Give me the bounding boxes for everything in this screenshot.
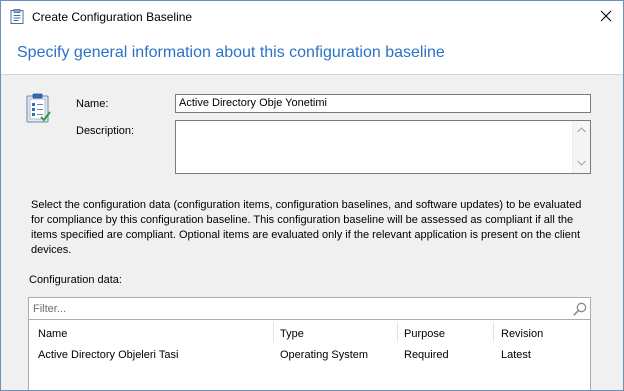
close-icon <box>600 10 612 25</box>
page-header: Specify general information about this c… <box>1 32 623 75</box>
row-name-cell: Active Directory Objeleri Tasi <box>38 349 179 361</box>
description-field[interactable] <box>175 120 591 174</box>
description-label: Description: <box>76 125 135 137</box>
scroll-down-icon[interactable] <box>576 157 587 168</box>
row-purpose-cell: Required <box>404 349 449 361</box>
column-divider[interactable] <box>493 322 494 342</box>
window-title: Create Configuration Baseline <box>32 10 193 24</box>
row-revision-cell: Latest <box>501 349 531 361</box>
filter-input[interactable] <box>33 301 553 316</box>
name-field[interactable]: Active Directory Obje Yonetimi <box>175 94 591 113</box>
scroll-up-icon[interactable] <box>576 125 587 136</box>
close-button[interactable] <box>589 4 623 30</box>
page-title: Specify general information about this c… <box>17 44 445 61</box>
filter-box <box>28 297 591 320</box>
description-scrollbar[interactable] <box>572 121 590 173</box>
title-bar: Create Configuration Baseline <box>1 1 623 32</box>
clipboard-checklist-icon <box>24 93 52 125</box>
row-type-cell: Operating System <box>280 349 369 361</box>
search-icon[interactable] <box>572 301 588 317</box>
column-header-purpose[interactable]: Purpose <box>404 328 445 340</box>
column-header-type[interactable]: Type <box>280 328 304 340</box>
column-divider[interactable] <box>397 322 398 342</box>
column-header-name[interactable]: Name <box>38 328 67 340</box>
column-header-revision[interactable]: Revision <box>501 328 543 340</box>
column-divider[interactable] <box>273 322 274 342</box>
configuration-data-list: Name Type Purpose Revision Active Direct… <box>28 320 591 390</box>
configuration-data-label: Configuration data: <box>29 274 122 286</box>
configuration-baseline-icon <box>9 9 25 25</box>
name-label: Name: <box>76 98 109 110</box>
instructions-text: Select the configuration data (configura… <box>31 199 582 256</box>
create-configuration-baseline-dialog: Create Configuration Baseline Specify ge… <box>0 0 624 391</box>
